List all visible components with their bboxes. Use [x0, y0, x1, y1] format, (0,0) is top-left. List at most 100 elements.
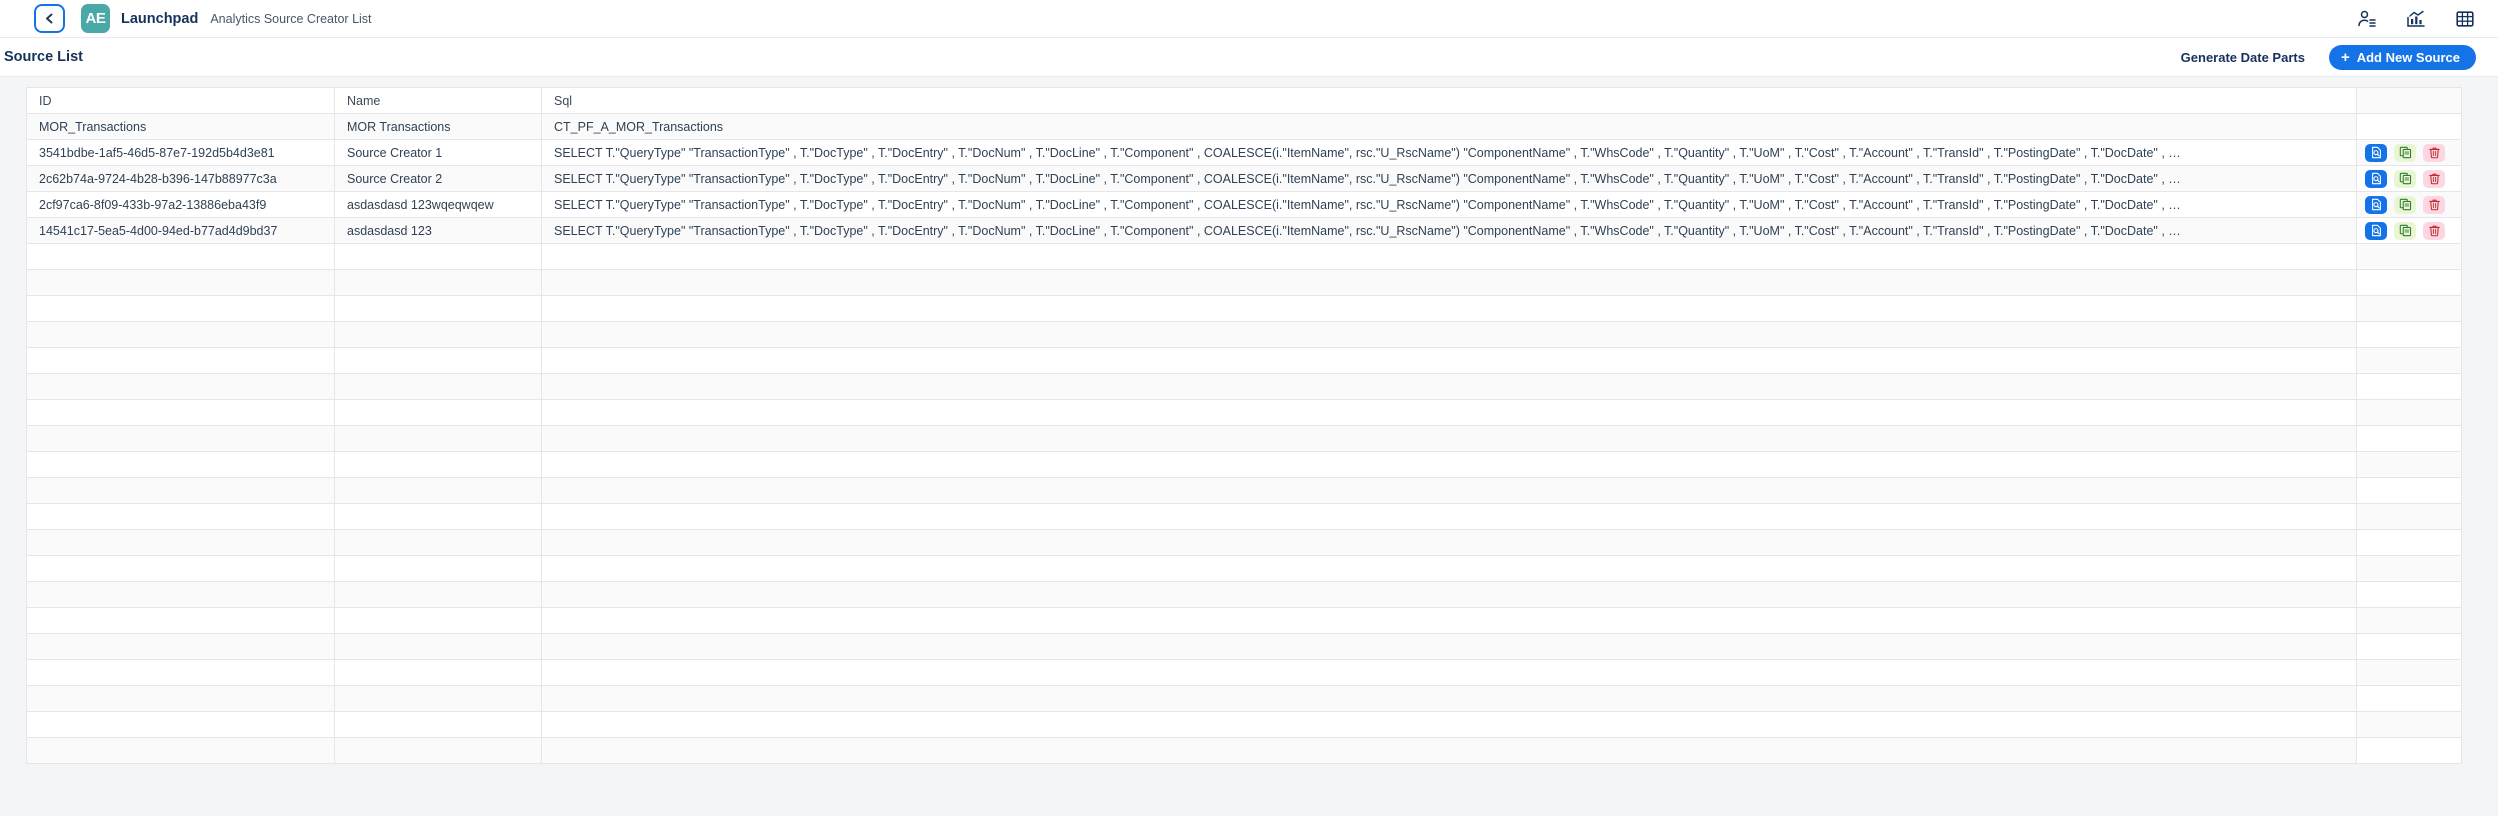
table-row[interactable] [27, 400, 2357, 426]
cell-name [335, 608, 542, 634]
table-row[interactable]: 2c62b74a-9724-4b28-b396-147b88977c3aSour… [27, 166, 2357, 192]
cell-name [335, 530, 542, 556]
cell-sql [542, 530, 2357, 556]
duplicate-source-button[interactable] [2394, 222, 2416, 240]
table-row[interactable] [27, 426, 2357, 452]
table-row[interactable]: MOR_TransactionsMOR TransactionsCT_PF_A_… [27, 114, 2357, 140]
table-row[interactable]: 14541c17-5ea5-4d00-94ed-b77ad4d9bd37asda… [27, 218, 2357, 244]
table-row[interactable] [27, 504, 2357, 530]
actions-row [2357, 556, 2462, 582]
delete-source-button[interactable] [2423, 222, 2445, 240]
add-new-source-button[interactable]: + Add New Source [2329, 45, 2476, 70]
table-row[interactable] [27, 660, 2357, 686]
table-row[interactable] [27, 374, 2357, 400]
table-row[interactable] [27, 296, 2357, 322]
actions-cell [2357, 530, 2462, 556]
table-row[interactable] [27, 738, 2357, 764]
actions-row [2357, 192, 2462, 218]
table-row[interactable] [27, 712, 2357, 738]
actions-cell [2357, 556, 2462, 582]
column-header-name[interactable]: Name [335, 88, 542, 114]
duplicate-source-button[interactable] [2394, 170, 2416, 188]
actions-row [2357, 400, 2462, 426]
view-source-button[interactable] [2365, 222, 2387, 240]
cell-sql [542, 270, 2357, 296]
table-row[interactable] [27, 608, 2357, 634]
cell-sql [542, 374, 2357, 400]
table-row[interactable] [27, 634, 2357, 660]
duplicate-source-button[interactable] [2394, 144, 2416, 162]
page-title: Source List [4, 49, 83, 65]
cell-sql [542, 712, 2357, 738]
cell-id: 14541c17-5ea5-4d00-94ed-b77ad4d9bd37 [27, 218, 335, 244]
cell-name [335, 426, 542, 452]
source-list-grid: ID Name Sql MOR_TransactionsMOR Transact… [26, 87, 2462, 764]
duplicate-source-button[interactable] [2394, 196, 2416, 214]
cell-sql [542, 556, 2357, 582]
cell-sql [542, 400, 2357, 426]
cell-id [27, 660, 335, 686]
generate-date-parts-button[interactable]: Generate Date Parts [2181, 50, 2305, 65]
actions-row [2357, 166, 2462, 192]
cell-sql [542, 296, 2357, 322]
document-search-icon [2370, 146, 2383, 159]
delete-source-button[interactable] [2423, 196, 2445, 214]
table-row[interactable] [27, 582, 2357, 608]
actions-row [2357, 478, 2462, 504]
cell-id [27, 582, 335, 608]
cell-sql: SELECT T."QueryType" "TransactionType" ,… [542, 166, 2357, 192]
actions-cell [2357, 712, 2462, 738]
cell-name: MOR Transactions [335, 114, 542, 140]
actions-row [2357, 634, 2462, 660]
source-list-table: ID Name Sql MOR_TransactionsMOR Transact… [26, 87, 2357, 764]
column-header-id[interactable]: ID [27, 88, 335, 114]
cell-sql [542, 660, 2357, 686]
cell-sql: SELECT T."QueryType" "TransactionType" ,… [542, 218, 2357, 244]
actions-row [2357, 270, 2462, 296]
table-row[interactable]: 2cf97ca6-8f09-433b-97a2-13886eba43f9asda… [27, 192, 2357, 218]
table-header-row: ID Name Sql [27, 88, 2357, 114]
table-row[interactable] [27, 452, 2357, 478]
actions-row [2357, 504, 2462, 530]
table-row[interactable] [27, 322, 2357, 348]
cell-name [335, 504, 542, 530]
table-row[interactable] [27, 478, 2357, 504]
row-action-group [2365, 196, 2453, 214]
actions-cell [2357, 738, 2462, 764]
table-row[interactable] [27, 348, 2357, 374]
cell-id [27, 426, 335, 452]
table-row[interactable] [27, 686, 2357, 712]
table-head: ID Name Sql [27, 88, 2357, 114]
copy-icon [2399, 198, 2412, 211]
table-row[interactable] [27, 530, 2357, 556]
actions-column-header-cell [2357, 88, 2462, 114]
actions-row [2357, 322, 2462, 348]
analytics-chart-icon[interactable] [2405, 8, 2427, 30]
delete-source-button[interactable] [2423, 170, 2445, 188]
actions-row [2357, 660, 2462, 686]
actions-cell [2357, 634, 2462, 660]
back-button[interactable] [34, 4, 65, 33]
actions-cell [2357, 270, 2462, 296]
view-source-button[interactable] [2365, 196, 2387, 214]
view-source-button[interactable] [2365, 170, 2387, 188]
table-row[interactable] [27, 244, 2357, 270]
delete-source-button[interactable] [2423, 144, 2445, 162]
cell-id [27, 686, 335, 712]
actions-row [2357, 296, 2462, 322]
actions-row [2357, 114, 2462, 140]
table-row[interactable] [27, 556, 2357, 582]
table-row[interactable]: 3541bdbe-1af5-46d5-87e7-192d5b4d3e81Sour… [27, 140, 2357, 166]
user-list-icon[interactable] [2356, 8, 2378, 30]
chevron-left-icon [44, 12, 55, 25]
actions-row [2357, 348, 2462, 374]
trash-icon [2428, 224, 2441, 237]
column-header-sql[interactable]: Sql [542, 88, 2357, 114]
copy-icon [2399, 172, 2412, 185]
source-list-container: ID Name Sql MOR_TransactionsMOR Transact… [0, 77, 2498, 816]
table-row[interactable] [27, 270, 2357, 296]
view-source-button[interactable] [2365, 144, 2387, 162]
cell-id [27, 608, 335, 634]
grid-table-icon[interactable] [2454, 8, 2476, 30]
cell-id [27, 270, 335, 296]
